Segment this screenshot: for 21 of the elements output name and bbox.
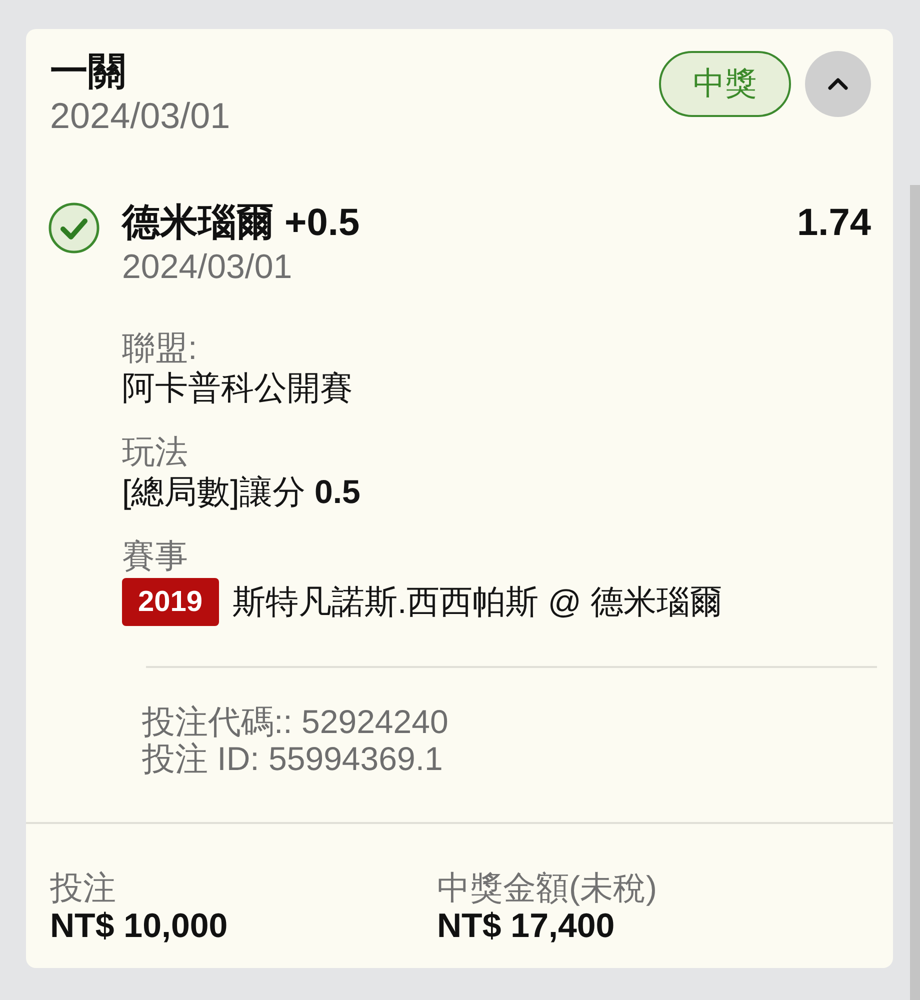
- total-amount: NT$ 10,000: [50, 907, 229, 945]
- detail-value: 斯特凡諾斯.西西帕斯 @ 德米瑙爾: [232, 582, 723, 622]
- scrollbar-thumb[interactable]: [910, 185, 920, 1000]
- detail-label: 玩法: [122, 432, 189, 472]
- status-badge: 中獎: [659, 51, 791, 117]
- selection-name: 德米瑙爾 +0.5: [122, 201, 360, 246]
- event-code-badge: 2019: [122, 578, 219, 626]
- total-label: 投注: [50, 869, 117, 907]
- bet-reference: 投注 ID: 55994369.1: [142, 740, 444, 777]
- bet-type-title: 一關: [50, 50, 127, 95]
- chevron-up-icon: [827, 77, 849, 91]
- detail-label: 賽事: [122, 536, 189, 576]
- detail-value: [總局數]讓分 0.5: [122, 472, 362, 512]
- bet-reference: 投注代碼:: 52924240: [142, 703, 450, 740]
- detail-label: 聯盟:: [122, 328, 198, 368]
- selection-date: 2024/03/01: [122, 247, 294, 288]
- odds-value: 1.74: [797, 201, 871, 246]
- total-amount: NT$ 17,400: [437, 907, 616, 945]
- bet-date: 2024/03/01: [50, 95, 230, 137]
- detail-value: 阿卡普科公開賽: [122, 368, 354, 408]
- total-label: 中獎金額(未稅): [437, 869, 658, 907]
